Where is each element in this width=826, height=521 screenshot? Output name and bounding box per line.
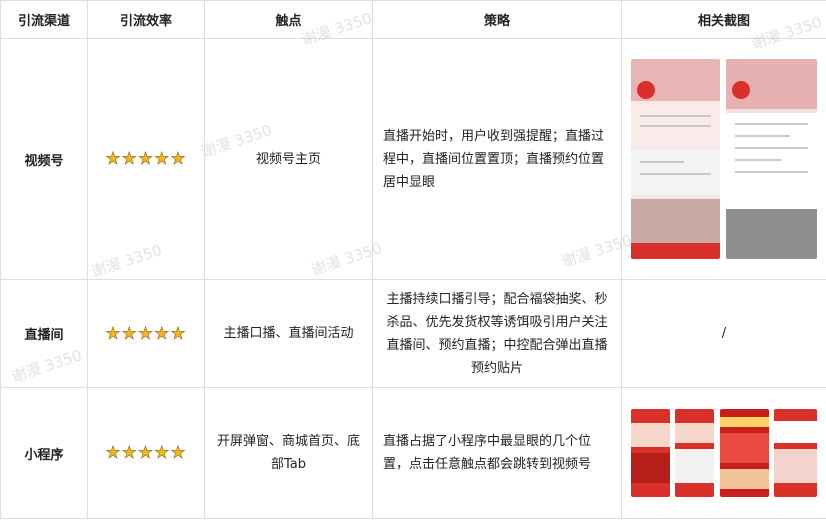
channel-cell: 小程序: [0, 387, 88, 519]
star-rating: ★★★★★: [87, 279, 205, 388]
table-row: 小程序 ★★★★★ 开屏弹窗、商城首页、底部Tab 直播占据了小程序中最显眼的几…: [0, 387, 826, 519]
strategy-cell: 主播持续口播引导；配合福袋抽奖、秒杀品、优先发货权等诱饵吸引用户关注直播间、预约…: [372, 279, 622, 388]
mini-program-splash-screenshot[interactable]: [631, 409, 670, 497]
mini-program-home-screenshot[interactable]: [675, 409, 714, 497]
header-touchpoint: 触点: [204, 0, 373, 39]
screenshot-group: [631, 59, 817, 259]
channel-cell: 视频号: [0, 38, 88, 280]
header-efficiency: 引流效率: [87, 0, 205, 39]
mini-program-live-screenshot[interactable]: [720, 409, 769, 497]
header-channel: 引流渠道: [0, 0, 88, 39]
strategy-cell: 直播开始时，用户收到强提醒；直播过程中，直播间位置置顶；直播预约位置居中显眼: [372, 38, 622, 280]
live-reminder-screenshot[interactable]: [726, 59, 817, 259]
touchpoint-cell: 主播口播、直播间活动: [204, 279, 373, 388]
table-row: 直播间 ★★★★★ 主播口播、直播间活动 主播持续口播引导；配合福袋抽奖、秒杀品…: [0, 279, 826, 388]
strategy-cell: 直播占据了小程序中最显眼的几个位置，点击任意触点都会跳转到视频号: [372, 387, 622, 519]
star-rating: ★★★★★: [87, 38, 205, 280]
screenshot-cell: /: [621, 279, 826, 388]
header-row: 引流渠道 引流效率 触点 策略 相关截图: [0, 0, 826, 39]
screenshot-group: [631, 409, 817, 497]
screenshot-cell: [621, 38, 826, 280]
header-strategy: 策略: [372, 0, 622, 39]
screenshot-cell: [621, 387, 826, 519]
touchpoint-cell: 视频号主页: [204, 38, 373, 280]
header-screenshot: 相关截图: [621, 0, 826, 39]
channel-table: 引流渠道 引流效率 触点 策略 相关截图 视频号 ★★★★★ 视频号主页 直播开…: [0, 0, 826, 519]
channels-profile-screenshot[interactable]: [631, 59, 720, 259]
mini-program-tab-screenshot[interactable]: [774, 409, 817, 497]
touchpoint-cell: 开屏弹窗、商城首页、底部Tab: [204, 387, 373, 519]
table-row: 视频号 ★★★★★ 视频号主页 直播开始时，用户收到强提醒；直播过程中，直播间位…: [0, 38, 826, 280]
star-rating: ★★★★★: [87, 387, 205, 519]
channel-cell: 直播间: [0, 279, 88, 388]
